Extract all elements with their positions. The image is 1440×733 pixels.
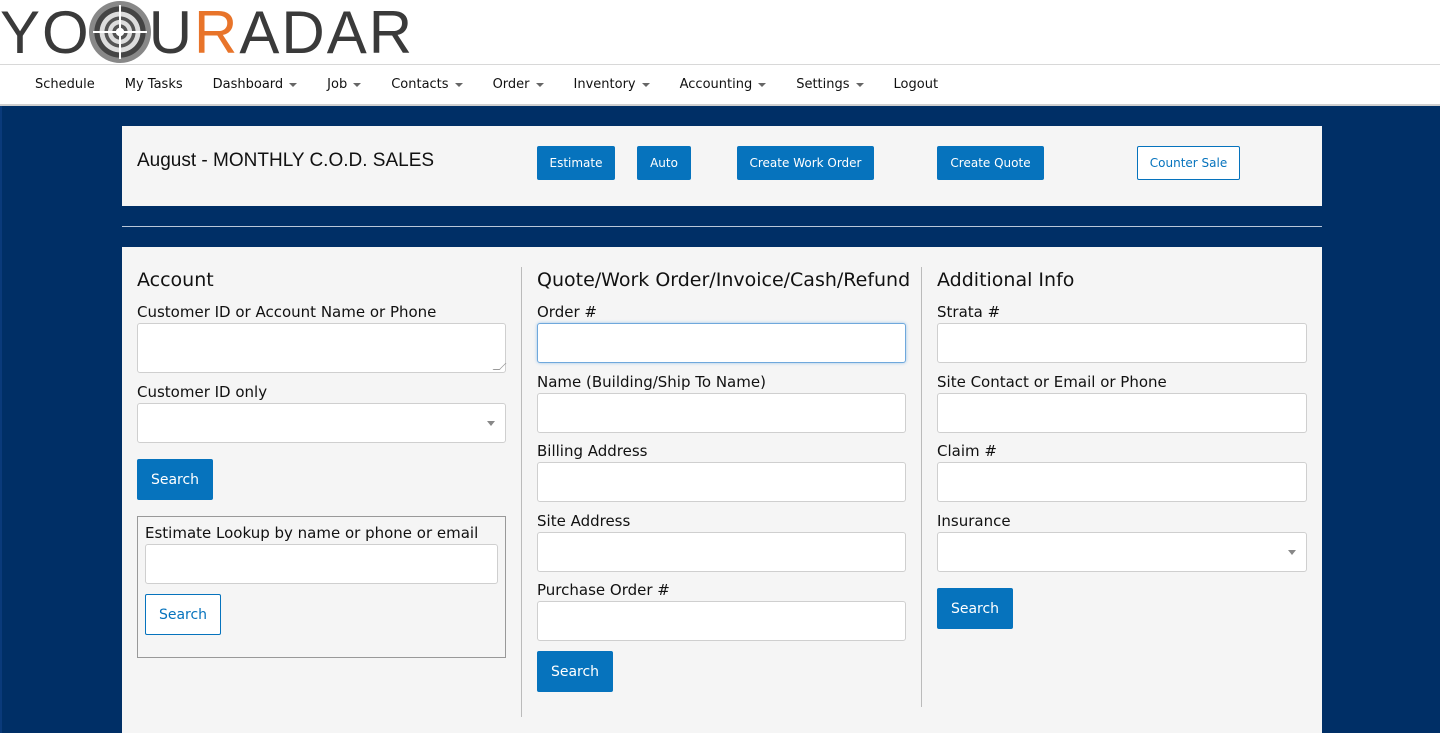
caret-down-icon bbox=[641, 82, 650, 87]
nav-label: Order bbox=[492, 77, 530, 92]
nav-label: Accounting bbox=[679, 77, 753, 92]
nav-contacts[interactable]: Contacts bbox=[391, 77, 463, 92]
main-nav: Schedule My Tasks Dashboard Job Contacts… bbox=[0, 64, 1440, 106]
caret-down-icon bbox=[289, 82, 298, 87]
nav-label: Dashboard bbox=[212, 77, 284, 92]
site-contact-input[interactable] bbox=[937, 393, 1307, 433]
search-card: Account Customer ID or Account Name or P… bbox=[122, 247, 1322, 733]
ship-to-name-input[interactable] bbox=[537, 393, 906, 433]
logo-text-adar: ADAR bbox=[239, 0, 415, 66]
caret-down-icon bbox=[535, 82, 544, 87]
estimate-lookup-box: Estimate Lookup by name or phone or emai… bbox=[137, 516, 506, 658]
estimate-lookup-label: Estimate Lookup by name or phone or emai… bbox=[145, 524, 479, 542]
main-content: August - MONTHLY C.O.D. SALES Estimate A… bbox=[0, 106, 1440, 733]
nav-schedule[interactable]: Schedule bbox=[35, 77, 95, 92]
nav-label: My Tasks bbox=[124, 77, 183, 92]
estimate-lookup-input[interactable] bbox=[145, 544, 498, 584]
caret-down-icon bbox=[855, 82, 864, 87]
strata-input[interactable] bbox=[937, 323, 1307, 363]
customer-id-select[interactable] bbox=[137, 403, 506, 443]
nav-label: Job bbox=[327, 77, 348, 92]
account-search-button[interactable]: Search bbox=[137, 459, 213, 500]
billing-address-label: Billing Address bbox=[537, 442, 648, 460]
nav-label: Schedule bbox=[35, 77, 95, 92]
estimate-button[interactable]: Estimate bbox=[537, 146, 615, 180]
site-contact-label: Site Contact or Email or Phone bbox=[937, 373, 1167, 391]
radar-target-icon bbox=[88, 1, 151, 63]
strata-label: Strata # bbox=[937, 303, 1001, 321]
order-column: Quote/Work Order/Invoice/Cash/Refund Ord… bbox=[522, 247, 922, 717]
account-heading: Account bbox=[137, 269, 214, 291]
nav-dashboard[interactable]: Dashboard bbox=[213, 77, 298, 92]
auto-button[interactable]: Auto bbox=[637, 146, 691, 180]
nav-label: Settings bbox=[796, 77, 850, 92]
counter-sale-button[interactable]: Counter Sale bbox=[1137, 146, 1240, 180]
header: YO U R ADAR bbox=[0, 0, 1440, 66]
resize-grip-icon[interactable] bbox=[492, 363, 507, 370]
billing-address-input[interactable] bbox=[537, 462, 906, 502]
claim-label: Claim # bbox=[937, 442, 997, 460]
site-address-label: Site Address bbox=[537, 512, 631, 530]
order-search-button[interactable]: Search bbox=[537, 651, 613, 692]
select-arrow-icon bbox=[1288, 550, 1296, 555]
logo-text-yo: YO bbox=[0, 0, 91, 66]
account-title: August - MONTHLY C.O.D. SALES bbox=[137, 150, 435, 171]
caret-down-icon bbox=[353, 82, 362, 87]
nav-accounting[interactable]: Accounting bbox=[680, 77, 767, 92]
order-heading: Quote/Work Order/Invoice/Cash/Refund bbox=[537, 269, 911, 291]
insurance-select[interactable] bbox=[937, 532, 1307, 572]
section-divider bbox=[122, 226, 1322, 227]
additional-info-heading: Additional Info bbox=[937, 269, 1075, 291]
caret-down-icon bbox=[454, 82, 463, 87]
create-quote-button[interactable]: Create Quote bbox=[937, 146, 1044, 180]
insurance-label: Insurance bbox=[937, 512, 1011, 530]
ship-to-name-label: Name (Building/Ship To Name) bbox=[537, 373, 766, 391]
customer-search-label: Customer ID or Account Name or Phone bbox=[137, 303, 437, 321]
purchase-order-input[interactable] bbox=[537, 601, 906, 641]
additional-info-column: Additional Info Strata # Site Contact or… bbox=[922, 247, 1322, 717]
account-header-card: August - MONTHLY C.O.D. SALES Estimate A… bbox=[122, 126, 1322, 206]
account-column: Account Customer ID or Account Name or P… bbox=[122, 247, 522, 717]
nav-job[interactable]: Job bbox=[327, 77, 362, 92]
nav-inventory[interactable]: Inventory bbox=[574, 77, 650, 92]
estimate-lookup-search-button[interactable]: Search bbox=[145, 594, 221, 635]
site-address-input[interactable] bbox=[537, 532, 906, 572]
customer-search-textarea[interactable] bbox=[137, 323, 507, 373]
purchase-order-label: Purchase Order # bbox=[537, 581, 670, 599]
order-number-input[interactable] bbox=[537, 323, 906, 363]
select-arrow-icon bbox=[487, 421, 495, 426]
nav-order[interactable]: Order bbox=[493, 77, 544, 92]
nav-settings[interactable]: Settings bbox=[796, 77, 864, 92]
caret-down-icon bbox=[758, 82, 767, 87]
nav-label: Logout bbox=[893, 77, 939, 92]
create-work-order-button[interactable]: Create Work Order bbox=[737, 146, 874, 180]
nav-logout[interactable]: Logout bbox=[894, 77, 939, 92]
nav-label: Inventory bbox=[573, 77, 636, 92]
customer-id-only-label: Customer ID only bbox=[137, 383, 268, 401]
nav-label: Contacts bbox=[391, 77, 449, 92]
logo-text-r: R bbox=[194, 0, 240, 66]
claim-input[interactable] bbox=[937, 462, 1307, 502]
order-number-label: Order # bbox=[537, 303, 597, 321]
yourradar-logo[interactable]: YO U R ADAR bbox=[0, 0, 415, 66]
nav-my-tasks[interactable]: My Tasks bbox=[125, 77, 183, 92]
additional-search-button[interactable]: Search bbox=[937, 588, 1013, 629]
logo-text-u: U bbox=[148, 0, 195, 66]
